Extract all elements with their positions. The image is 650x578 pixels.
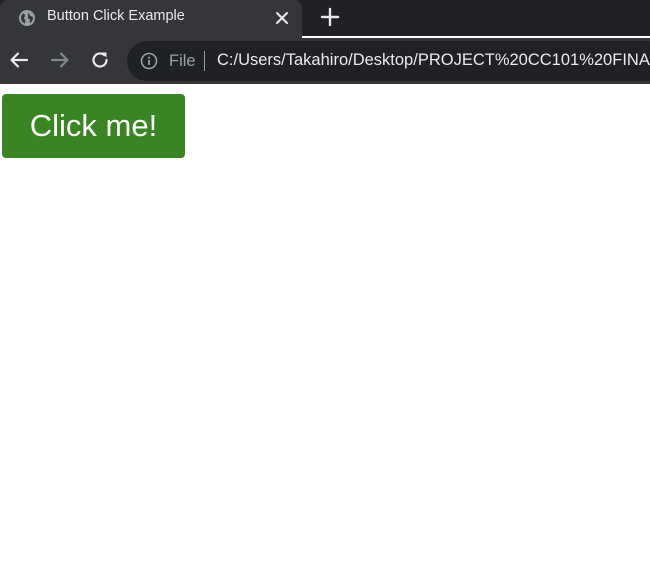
active-tab[interactable]: Button Click Example	[0, 0, 302, 38]
page-content: Click me!	[0, 84, 650, 578]
info-icon[interactable]	[140, 52, 158, 70]
separator	[204, 51, 205, 71]
close-icon[interactable]	[272, 8, 292, 28]
url-text[interactable]: C:/Users/Takahiro/Desktop/PROJECT%20CC10…	[217, 51, 650, 70]
plus-icon[interactable]	[318, 5, 342, 29]
arrow-right-icon[interactable]	[49, 49, 71, 71]
browser-toolbar: File C:/Users/Takahiro/Desktop/PROJECT%2…	[0, 38, 650, 84]
reload-icon[interactable]	[89, 49, 111, 71]
tab-title: Button Click Example	[47, 8, 185, 24]
click-me-button[interactable]: Click me!	[2, 94, 185, 158]
globe-icon	[19, 10, 35, 26]
address-bar[interactable]: File C:/Users/Takahiro/Desktop/PROJECT%2…	[127, 41, 650, 81]
arrow-left-icon[interactable]	[8, 49, 30, 71]
tab-strip: Button Click Example	[0, 0, 650, 38]
scheme-label: File	[169, 52, 196, 70]
